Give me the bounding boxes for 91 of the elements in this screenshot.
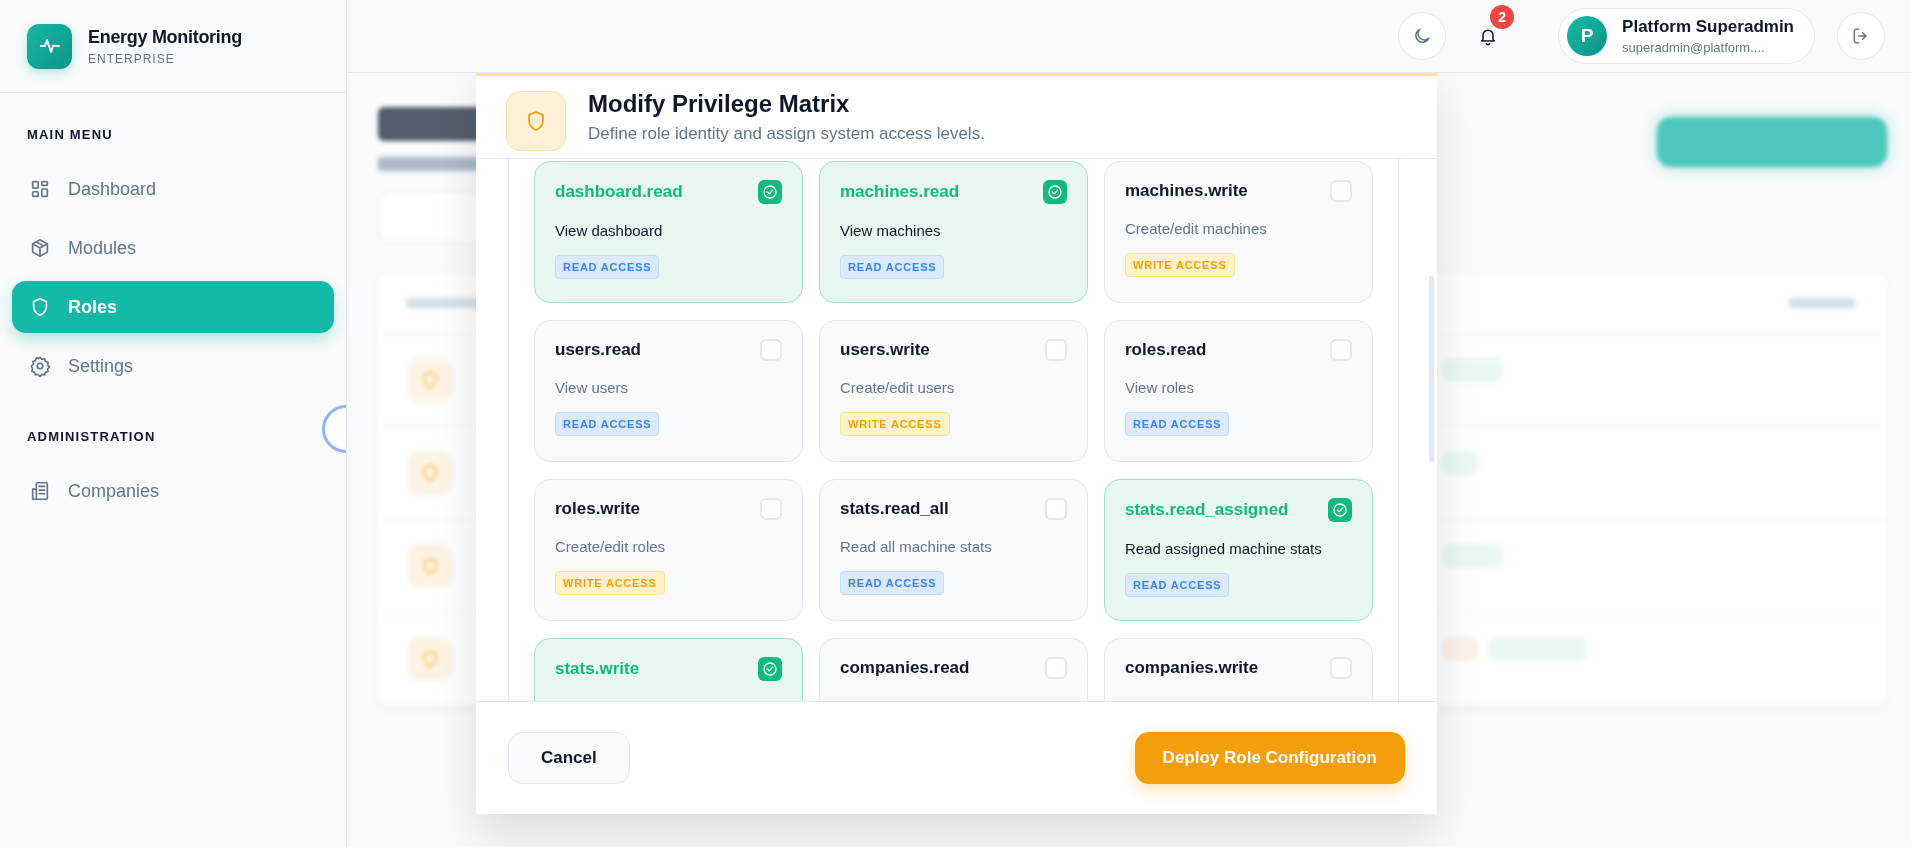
permission-description: Read all machine stats (840, 538, 992, 555)
access-badge: READ ACCESS (555, 255, 660, 279)
permission-name: stats.write (555, 659, 640, 679)
checkbox[interactable] (758, 657, 782, 681)
blurred-tag (1442, 637, 1478, 661)
checkbox[interactable] (1328, 498, 1352, 522)
permission-name: stats.read_all (840, 499, 949, 519)
blurred-shield-icon (408, 451, 452, 495)
permission-description: Create/edit machines (1125, 220, 1267, 237)
permission-card[interactable]: companies.read (819, 638, 1088, 701)
permission-name: users.read (555, 340, 641, 360)
permission-card[interactable]: dashboard.read View dashboard READ ACCESS (534, 161, 803, 303)
blurred-shield-icon (408, 358, 452, 402)
blurred-shield-icon (408, 637, 452, 681)
permission-description: Read assigned machine stats (1125, 540, 1322, 557)
building-icon (29, 480, 51, 502)
dialog-title: Modify Privilege Matrix (588, 90, 851, 118)
permission-card[interactable]: companies.write (1104, 638, 1373, 701)
sidebar-item[interactable]: Settings (12, 340, 334, 392)
user-email: superadmin@platform.... (1622, 40, 1766, 55)
access-badge: READ ACCESS (1125, 412, 1230, 436)
checkbox[interactable] (1330, 657, 1352, 679)
shield-icon (506, 91, 566, 151)
check-icon (761, 183, 779, 201)
check-icon (1331, 501, 1349, 519)
permission-name: users.write (840, 340, 930, 360)
permission-description: Create/edit roles (555, 538, 666, 555)
access-badge: WRITE ACCESS (1125, 253, 1235, 277)
dialog-subtitle: Define role identity and assign system access levels. (588, 124, 985, 144)
permission-name: dashboard.read (555, 182, 683, 202)
pulse-logo-icon (27, 23, 72, 69)
access-badge: READ ACCESS (840, 255, 945, 279)
access-badge: READ ACCESS (555, 412, 660, 436)
blurred-shield-icon (408, 544, 452, 588)
permission-card[interactable]: roles.read View roles READ ACCESS (1104, 320, 1373, 462)
checkbox[interactable] (1330, 339, 1352, 361)
permission-description: View dashboard (555, 222, 663, 239)
notification-count: 2 (1490, 5, 1515, 29)
permission-name: roles.write (555, 499, 641, 519)
blurred-tag (1442, 358, 1502, 382)
sidebar-item[interactable]: Modules (12, 222, 334, 274)
check-icon (761, 660, 779, 678)
cube-icon (29, 237, 51, 259)
checkbox[interactable] (760, 498, 782, 520)
permission-name: stats.read_assigned (1125, 500, 1289, 520)
blurred-tag (1442, 451, 1478, 475)
permission-description: View machines (840, 222, 941, 239)
logout-button[interactable] (1837, 12, 1885, 60)
gear-icon (29, 355, 51, 377)
permission-description: View users (555, 379, 629, 396)
permission-name: machines.read (840, 182, 960, 202)
permission-name: companies.read (840, 658, 970, 678)
permission-description: Create/edit users (840, 379, 955, 396)
permission-name: machines.write (1125, 181, 1248, 201)
checkbox[interactable] (1330, 180, 1352, 202)
permission-card[interactable]: machines.write Create/edit machines WRITE ACCESS (1104, 161, 1373, 303)
scrollbar[interactable] (1429, 276, 1434, 462)
checkbox[interactable] (1045, 498, 1067, 520)
permission-card[interactable]: stats.read_all Read all machine stats READ ACCESS (819, 479, 1088, 621)
theme-toggle-button[interactable] (1398, 12, 1447, 60)
section-heading: ADMINISTRATION (26, 429, 157, 444)
permission-card[interactable]: users.write Create/edit users WRITE ACCESS (819, 320, 1088, 462)
checkbox[interactable] (760, 339, 782, 361)
permission-name: companies.write (1125, 658, 1259, 678)
section-heading: MAIN MENU (26, 127, 114, 142)
user-avatar: P (1567, 16, 1608, 56)
sidebar-item[interactable]: Companies (12, 465, 334, 517)
permission-name: roles.read (1125, 340, 1207, 360)
permission-card[interactable]: users.read View users READ ACCESS (534, 320, 803, 462)
blurred-tag (1442, 544, 1502, 568)
permission-card[interactable]: stats.read_assigned Read assigned machine stats READ ACCESS (1104, 479, 1373, 621)
app-subtitle: ENTERPRISE (88, 51, 176, 66)
checkbox[interactable] (1045, 657, 1067, 679)
access-badge: WRITE ACCESS (555, 571, 665, 595)
permission-card[interactable]: machines.read View machines READ ACCESS (819, 161, 1088, 303)
access-badge: WRITE ACCESS (840, 412, 950, 436)
access-badge: READ ACCESS (1125, 573, 1230, 597)
user-name: Platform Superadmin (1622, 17, 1794, 37)
checkbox[interactable] (1043, 180, 1067, 204)
grid-icon (29, 178, 51, 200)
sidebar-item[interactable]: Dashboard (12, 163, 334, 215)
app-title: Energy Monitoring (88, 26, 242, 48)
user-menu[interactable]: P Platform Superadmin superadmin@platform.... (1558, 8, 1815, 64)
blurred-column-header (1789, 298, 1855, 308)
permission-description: View roles (1125, 379, 1194, 396)
access-badge: READ ACCESS (840, 571, 945, 595)
check-icon (1046, 183, 1064, 201)
permission-card[interactable]: roles.write Create/edit roles WRITE ACCESS (534, 479, 803, 621)
checkbox[interactable] (1045, 339, 1067, 361)
checkbox[interactable] (758, 180, 782, 204)
cancel-button[interactable]: Cancel (508, 732, 630, 784)
